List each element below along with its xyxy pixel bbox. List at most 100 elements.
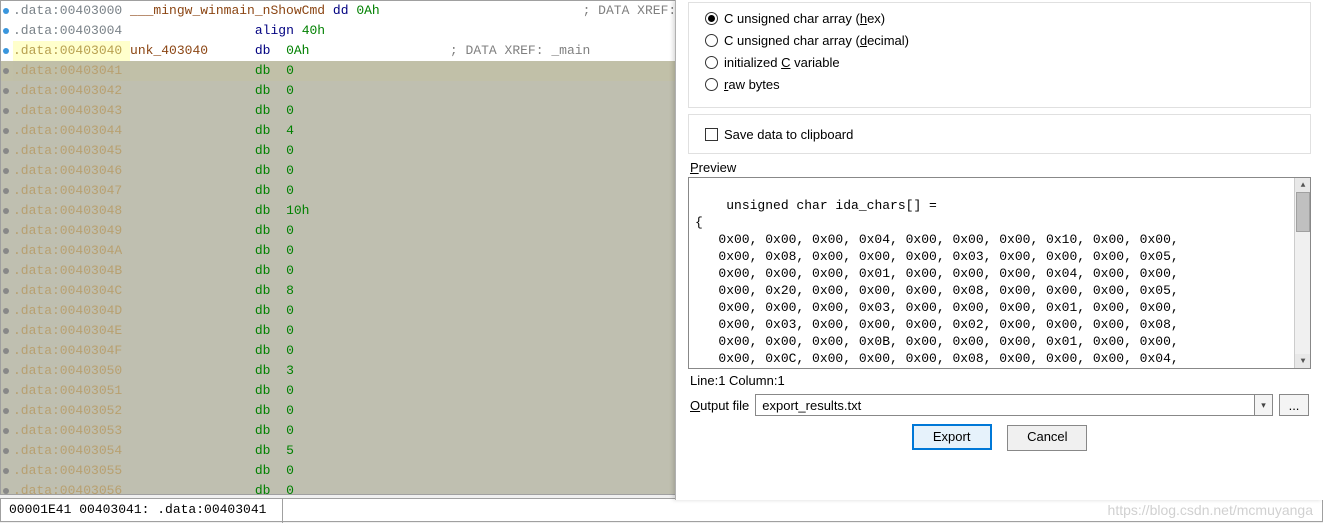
instruction-text: db 0 (130, 161, 294, 181)
breakpoint-gutter-icon[interactable] (3, 428, 9, 434)
address-label: .data:00403048 (13, 201, 130, 221)
breakpoint-gutter-icon[interactable] (3, 368, 9, 374)
instruction-text: db 5 (130, 441, 294, 461)
instruction-text: db 0 (130, 481, 294, 495)
radio-label: raw bytes (724, 77, 780, 92)
preview-scrollbar[interactable]: ▲ ▼ (1294, 178, 1310, 368)
address-label: .data:00403055 (13, 461, 130, 481)
instruction-text: db 0 (130, 381, 294, 401)
scroll-thumb[interactable] (1296, 192, 1310, 232)
instruction-text: db 0 (130, 321, 294, 341)
save-to-clipboard-label: Save data to clipboard (724, 127, 853, 142)
address-label: .data:00403041 (13, 61, 130, 81)
breakpoint-gutter-icon[interactable] (3, 328, 9, 334)
instruction-text: db 0 (130, 101, 294, 121)
output-file-dropdown-icon[interactable]: ▾ (1255, 394, 1273, 416)
instruction-text: db 0 (130, 61, 294, 81)
status-separator (282, 499, 283, 523)
scroll-up-icon[interactable]: ▲ (1295, 178, 1311, 192)
format-radio-option[interactable]: C unsigned char array (decimal) (705, 29, 1294, 51)
output-file-row: Output file ▾ ... (690, 394, 1309, 416)
breakpoint-gutter-icon[interactable] (3, 108, 9, 114)
breakpoint-gutter-icon[interactable] (3, 288, 9, 294)
breakpoint-gutter-icon[interactable] (3, 388, 9, 394)
address-label: .data:0040304F (13, 341, 130, 361)
instruction-text: db 0 (130, 261, 294, 281)
format-radio-option[interactable]: initialized C variable (705, 51, 1294, 73)
save-to-clipboard-checkbox[interactable]: Save data to clipboard (705, 123, 1294, 145)
instruction-text: db 0 (130, 461, 294, 481)
format-radio-option[interactable]: C unsigned char array (hex) (705, 7, 1294, 29)
checkbox-icon (705, 128, 718, 141)
address-label: .data:00403049 (13, 221, 130, 241)
breakpoint-gutter-icon[interactable] (3, 68, 9, 74)
preview-label-text: review (699, 160, 737, 175)
scroll-down-icon[interactable]: ▼ (1295, 354, 1311, 368)
instruction-text: db 0 (130, 81, 294, 101)
preview-label-mnemonic: P (690, 160, 699, 175)
breakpoint-gutter-icon[interactable] (3, 8, 9, 14)
address-label: .data:00403004 (13, 21, 130, 41)
export-data-dialog: C unsigned char array (hex) C unsigned ch… (675, 0, 1323, 500)
address-label: .data:00403043 (13, 101, 130, 121)
radio-icon (705, 34, 718, 47)
instruction-text: db 0 (130, 301, 294, 321)
address-label: .data:0040304C (13, 281, 130, 301)
instruction-text: db 0 (130, 141, 294, 161)
breakpoint-gutter-icon[interactable] (3, 348, 9, 354)
breakpoint-gutter-icon[interactable] (3, 488, 9, 494)
breakpoint-gutter-icon[interactable] (3, 208, 9, 214)
breakpoint-gutter-icon[interactable] (3, 168, 9, 174)
address-label: .data:00403051 (13, 381, 130, 401)
output-label-text: utput file (700, 398, 749, 413)
format-radio-group: C unsigned char array (hex) C unsigned ch… (688, 2, 1311, 108)
address-label: .data:0040304E (13, 321, 130, 341)
xref-comment: ; DATA XREF: _main (450, 41, 590, 61)
cancel-button[interactable]: Cancel (1007, 425, 1087, 451)
breakpoint-gutter-icon[interactable] (3, 188, 9, 194)
instruction-text: db 0 (130, 341, 294, 361)
breakpoint-gutter-icon[interactable] (3, 248, 9, 254)
breakpoint-gutter-icon[interactable] (3, 268, 9, 274)
browse-button[interactable]: ... (1279, 394, 1309, 416)
breakpoint-gutter-icon[interactable] (3, 48, 9, 54)
format-radio-option[interactable]: raw bytes (705, 73, 1294, 95)
address-label: .data:00403054 (13, 441, 130, 461)
instruction-text: db 0 (130, 421, 294, 441)
breakpoint-gutter-icon[interactable] (3, 448, 9, 454)
address-label: .data:00403045 (13, 141, 130, 161)
address-label: .data:0040304B (13, 261, 130, 281)
dialog-button-row: Export Cancel (676, 424, 1323, 451)
breakpoint-gutter-icon[interactable] (3, 28, 9, 34)
breakpoint-gutter-icon[interactable] (3, 228, 9, 234)
breakpoint-gutter-icon[interactable] (3, 468, 9, 474)
preview-textbox[interactable]: unsigned char ida_chars[] = { 0x00, 0x00… (688, 177, 1311, 369)
instruction-text: db 0 (130, 241, 294, 261)
instruction-text: db 0 (130, 181, 294, 201)
status-cursor-info: 00001E41 00403041: .data:00403041 (1, 499, 274, 520)
radio-icon (705, 78, 718, 91)
instruction-text: db 10h (130, 201, 309, 221)
instruction-text: db 4 (130, 121, 294, 141)
clipboard-group: Save data to clipboard (688, 114, 1311, 154)
breakpoint-gutter-icon[interactable] (3, 88, 9, 94)
preview-label: Preview (690, 160, 1309, 175)
radio-label: C unsigned char array (decimal) (724, 33, 909, 48)
address-label: .data:0040304D (13, 301, 130, 321)
radio-label: initialized C variable (724, 55, 840, 70)
output-file-input[interactable] (755, 394, 1255, 416)
instruction-text: unk_403040 db 0Ah (130, 41, 309, 61)
address-label: .data:00403040 (13, 41, 130, 61)
radio-icon (705, 56, 718, 69)
radio-icon (705, 12, 718, 25)
instruction-text: ___mingw_winmain_nShowCmd dd 0Ah (130, 1, 442, 21)
breakpoint-gutter-icon[interactable] (3, 308, 9, 314)
address-label: .data:00403000 (13, 1, 130, 21)
address-label: .data:00403047 (13, 181, 130, 201)
address-label: .data:00403044 (13, 121, 130, 141)
breakpoint-gutter-icon[interactable] (3, 408, 9, 414)
breakpoint-gutter-icon[interactable] (3, 148, 9, 154)
export-button[interactable]: Export (912, 424, 992, 450)
address-label: .data:0040304A (13, 241, 130, 261)
breakpoint-gutter-icon[interactable] (3, 128, 9, 134)
